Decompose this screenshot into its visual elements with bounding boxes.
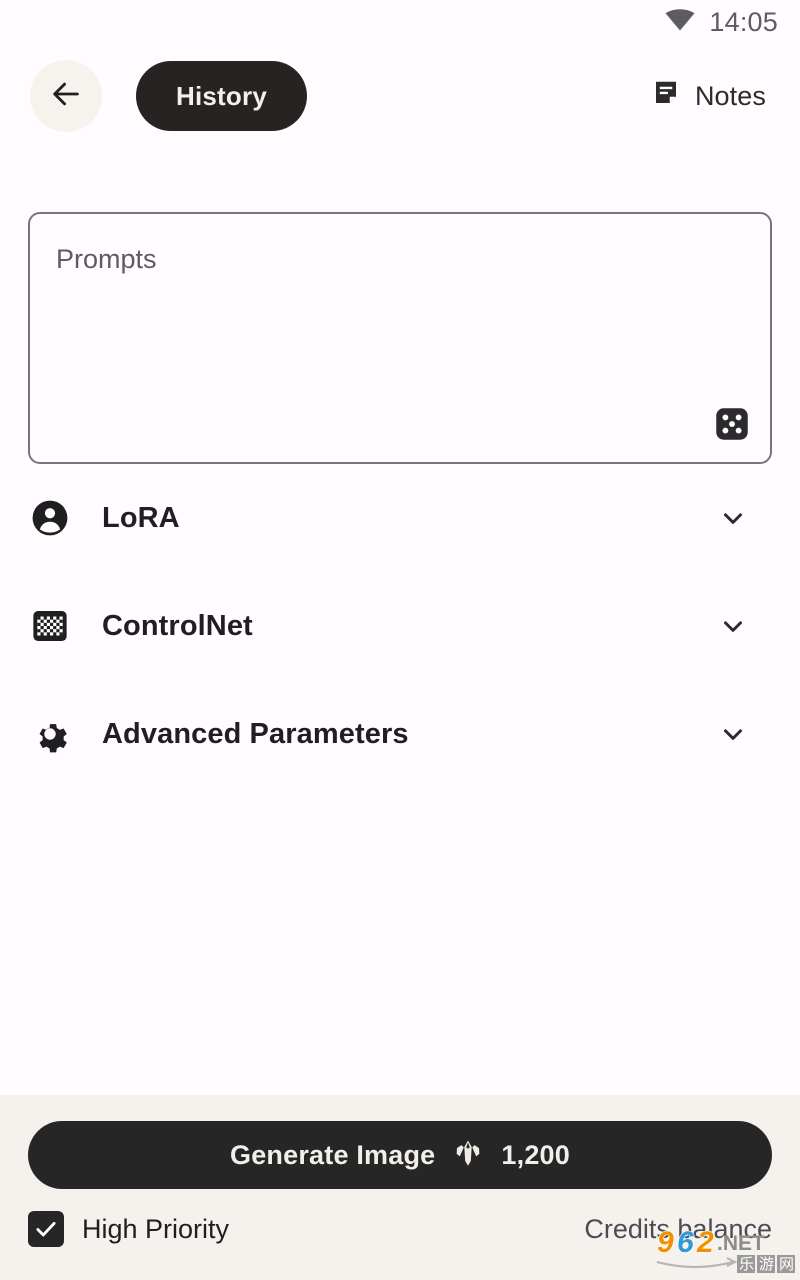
section-lora-label: LoRA (102, 501, 180, 534)
high-priority-checkbox[interactable] (28, 1211, 64, 1247)
dice-icon (714, 406, 750, 447)
generate-image-button[interactable]: Generate Image 1,200 (28, 1121, 772, 1189)
prompt-input[interactable]: Prompts (28, 212, 772, 464)
section-lora[interactable]: LoRA (28, 464, 772, 572)
section-controlnet[interactable]: ControlNet (28, 572, 772, 680)
notes-button[interactable]: Notes (641, 70, 776, 123)
credits-balance-label: Credits balance (584, 1213, 772, 1244)
wifi-icon (665, 8, 695, 36)
status-bar: 14:05 (0, 0, 800, 44)
back-button[interactable] (30, 60, 102, 132)
high-priority-toggle[interactable]: High Priority (28, 1211, 229, 1247)
prompt-placeholder: Prompts (56, 244, 157, 274)
section-controlnet-label: ControlNet (102, 609, 253, 642)
random-prompt-dice-button[interactable] (714, 406, 750, 447)
chevron-down-icon[interactable] (716, 501, 750, 535)
main-content: Prompts LoRA ControlNet Advanced Paramet… (0, 148, 800, 1095)
high-priority-label: High Priority (82, 1213, 230, 1244)
section-advanced-parameters[interactable]: Advanced Parameters (28, 680, 772, 788)
note-icon (651, 78, 681, 115)
history-button-label: History (176, 80, 267, 111)
chevron-down-icon[interactable] (716, 717, 750, 751)
section-advanced-parameters-label: Advanced Parameters (102, 717, 409, 750)
notes-button-label: Notes (694, 80, 766, 111)
crystal-gem-icon (451, 1136, 485, 1175)
arrow-left-icon (49, 77, 83, 116)
chevron-down-icon[interactable] (716, 609, 750, 643)
bottom-options-row: High Priority Credits balance (28, 1211, 772, 1247)
status-time: 14:05 (709, 6, 778, 37)
generate-image-cost: 1,200 (501, 1139, 570, 1170)
app-screen: 14:05 History Notes Prompts LoRA Control… (0, 0, 800, 1280)
generate-image-label: Generate Image (230, 1139, 436, 1170)
account-circle-icon (30, 498, 70, 538)
history-button[interactable]: History (136, 61, 307, 131)
app-bar: History Notes (0, 44, 800, 148)
bottom-action-bar: Generate Image 1,200 High Priority Credi… (0, 1095, 800, 1280)
gear-icon (30, 714, 70, 754)
checkerboard-grid-icon (30, 606, 70, 646)
